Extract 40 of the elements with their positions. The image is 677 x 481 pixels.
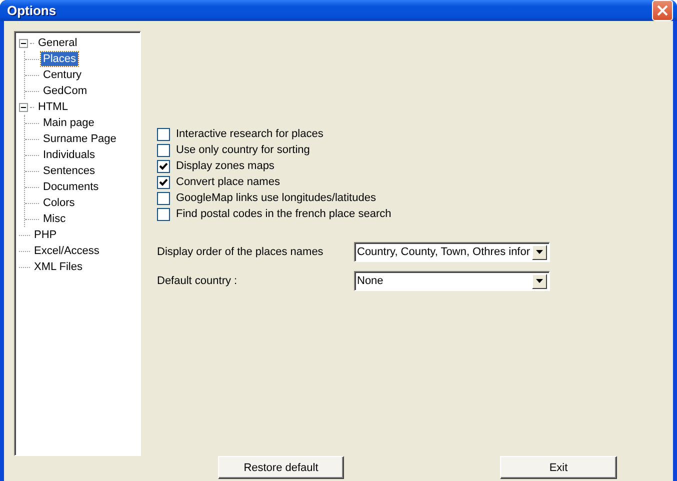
tree-item[interactable]: PHP — [32, 228, 59, 242]
tree-item[interactable]: Sentences — [41, 164, 97, 178]
checkbox[interactable] — [157, 208, 170, 220]
checkbox[interactable] — [157, 144, 170, 156]
collapse-icon[interactable] — [19, 102, 28, 112]
dropdown[interactable]: Country, County, Town, Othres infor — [354, 242, 550, 262]
checkbox[interactable] — [157, 192, 170, 204]
collapse-icon[interactable] — [19, 38, 28, 48]
tree-item[interactable]: Documents — [41, 180, 101, 194]
checkbox-label: GoogleMap links use longitudes/latitudes — [176, 192, 376, 204]
tree-item[interactable]: Excel/Access — [32, 244, 102, 258]
field-label: Default country : — [157, 275, 238, 287]
dropdown[interactable]: None — [354, 271, 550, 291]
window-title: Options — [7, 3, 56, 18]
checkbox-label: Find postal codes in the french place search — [176, 208, 392, 220]
checkbox[interactable] — [157, 160, 170, 172]
field-label: Display order of the places names — [157, 246, 324, 258]
checkbox-label: Interactive research for places — [176, 128, 324, 140]
tree-item[interactable]: HTML — [36, 100, 70, 114]
tree-item[interactable]: Places — [41, 52, 78, 66]
checkbox-label: Use only country for sorting — [176, 144, 310, 156]
tree-item[interactable]: GedCom — [41, 84, 90, 98]
tree-item[interactable]: General — [36, 36, 80, 50]
tree-item[interactable]: Surname Page — [41, 132, 118, 146]
caret-icon — [536, 250, 543, 254]
checkbox-label: Display zones maps — [176, 160, 274, 172]
tree-item[interactable]: Century — [41, 68, 84, 82]
restore-button[interactable]: Restore default — [218, 456, 344, 479]
close-button[interactable] — [652, 0, 673, 21]
checkbox[interactable] — [157, 128, 170, 140]
caret-icon — [536, 279, 543, 283]
tree-item[interactable]: Misc — [41, 212, 68, 226]
tree-item[interactable]: Main page — [41, 116, 96, 130]
close-icon — [657, 5, 668, 16]
checkbox-label: Convert place names — [176, 176, 280, 188]
exit-button[interactable]: Exit — [500, 456, 617, 479]
checkbox[interactable] — [157, 176, 170, 188]
tree-item[interactable]: Colors — [41, 196, 77, 210]
tree-item[interactable]: XML Files — [32, 260, 84, 274]
tree-item[interactable]: Individuals — [41, 148, 97, 162]
